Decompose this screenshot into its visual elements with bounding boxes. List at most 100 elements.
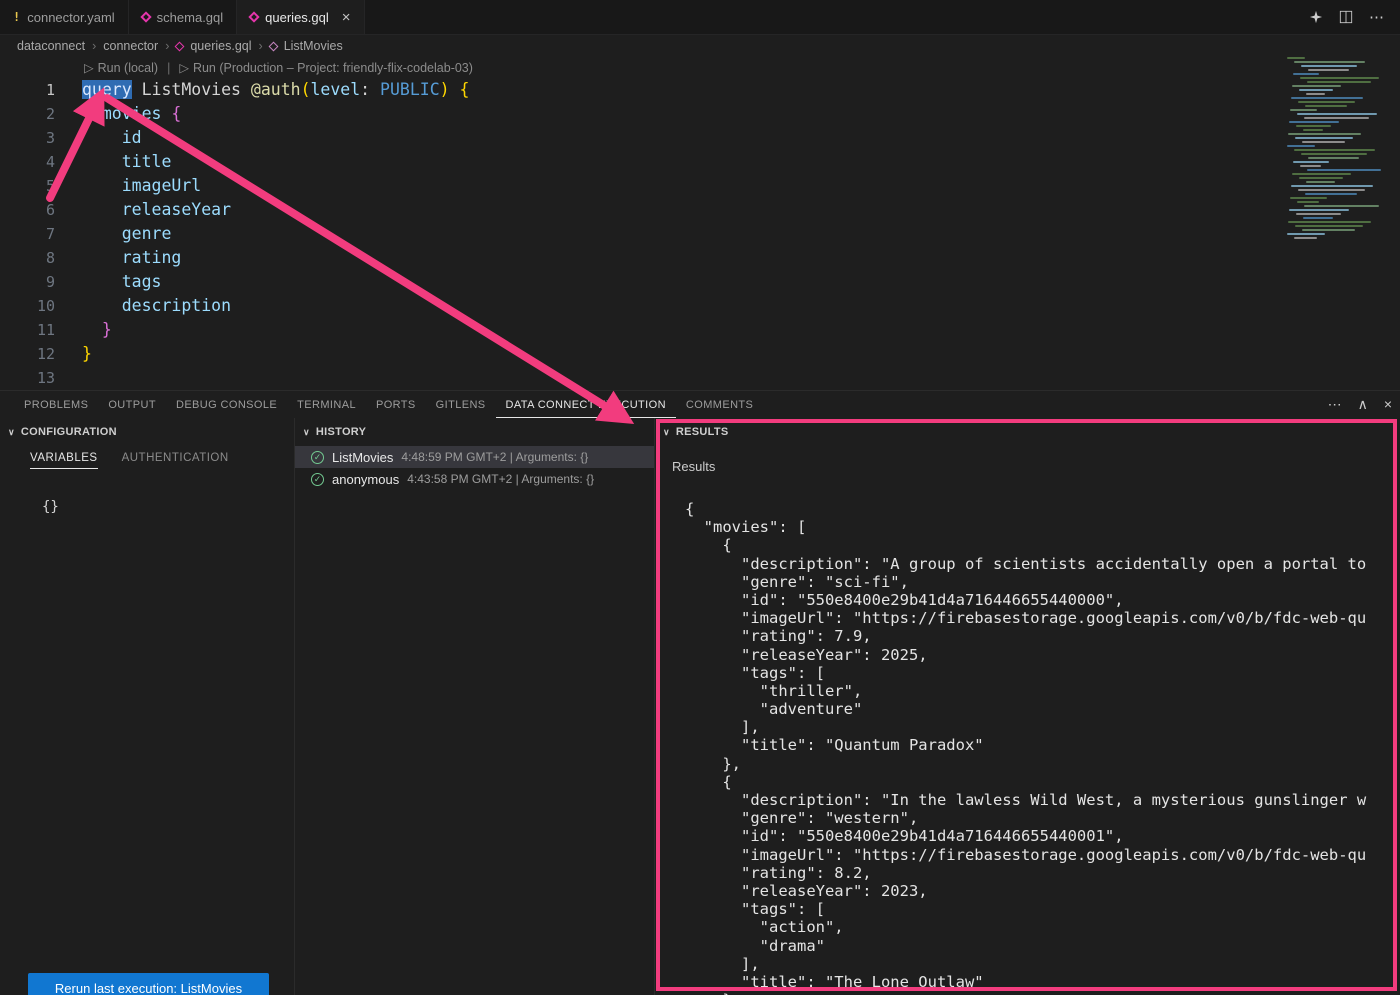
chevron-right-icon: › [259, 39, 263, 53]
maximize-panel-icon[interactable]: ∧ [1358, 396, 1368, 413]
minimap-line [1304, 205, 1379, 207]
breadcrumb-listmovies[interactable]: ListMovies [284, 39, 343, 53]
json-line: { [685, 773, 1398, 791]
tab-authentication[interactable]: AUTHENTICATION [122, 452, 229, 469]
json-line: "rating": 8.2, [685, 864, 1398, 882]
history-header[interactable]: ∨ HISTORY [295, 421, 654, 443]
line-number: 9 [0, 270, 55, 294]
code-line: genre [82, 222, 469, 246]
json-line: "adventure" [685, 700, 1398, 718]
json-line: "tags": [ [685, 900, 1398, 918]
chevron-right-icon: › [92, 39, 96, 53]
history-item-listmovies[interactable]: ✓ ListMovies 4:48:59 PM GMT+2 | Argument… [295, 446, 654, 468]
panel-tab-comments[interactable]: COMMENTS [676, 392, 763, 418]
json-line: "imageUrl": "https://firebasestorage.goo… [685, 846, 1398, 864]
copilot-sparkle-icon[interactable] [1309, 10, 1323, 24]
history-list: ✓ ListMovies 4:48:59 PM GMT+2 | Argument… [295, 446, 654, 490]
history-item-name: anonymous [332, 472, 399, 487]
split-editor-icon[interactable] [1339, 10, 1353, 24]
panel-tab-terminal[interactable]: TERMINAL [287, 392, 366, 418]
rerun-last-execution-button[interactable]: Rerun last execution: ListMovies [28, 973, 269, 995]
line-number: 13 [0, 366, 55, 390]
minimap-line [1306, 93, 1325, 95]
minimap-line [1291, 97, 1363, 99]
minimap-line [1290, 197, 1327, 199]
results-label: Results [672, 459, 1400, 474]
minimap-line [1296, 213, 1341, 215]
tab-variables[interactable]: VARIABLES [30, 452, 98, 469]
configuration-column: ∨ CONFIGURATION VARIABLES AUTHENTICATION… [0, 418, 295, 995]
panel-tab-problems[interactable]: PROBLEMS [14, 392, 98, 418]
code-line: query ListMovies @auth(level: PUBLIC) { [82, 78, 469, 102]
minimap[interactable] [1283, 57, 1400, 245]
results-json[interactable]: { "movies": [ { "description": "A group … [685, 500, 1398, 995]
minimap-line [1302, 229, 1355, 231]
minimap-line [1305, 105, 1347, 107]
minimap-line [1288, 221, 1371, 223]
line-number: 1 [0, 78, 55, 102]
code-line [82, 366, 469, 390]
line-number: 2 [0, 102, 55, 126]
line-number: 5 [0, 174, 55, 198]
configuration-header[interactable]: ∨ CONFIGURATION [0, 421, 294, 443]
panel-actions: ⋯ ∧ × [1328, 391, 1392, 417]
json-line: "genre": "western", [685, 809, 1398, 827]
minimap-line [1307, 81, 1371, 83]
minimap-line [1307, 169, 1381, 171]
json-line: "id": "550e8400e29b41d4a716446655440001"… [685, 827, 1398, 845]
panel-tab-debug-console[interactable]: DEBUG CONSOLE [166, 392, 287, 418]
json-line: "tags": [ [685, 664, 1398, 682]
minimap-line [1308, 157, 1359, 159]
line-number: 4 [0, 150, 55, 174]
breadcrumb-connector[interactable]: connector [103, 39, 158, 53]
tab-schema-gql[interactable]: schema.gql [129, 0, 237, 34]
success-check-icon: ✓ [311, 473, 324, 486]
json-line: "releaseYear": 2025, [685, 646, 1398, 664]
results-header[interactable]: ∨ RESULTS [655, 421, 1400, 443]
minimap-line [1296, 125, 1331, 127]
minimap-line [1303, 129, 1323, 131]
code-line: imageUrl [82, 174, 469, 198]
json-line: "description": "In the lawless Wild West… [685, 791, 1398, 809]
panel-tab-data-connect-execution[interactable]: DATA CONNECT EXECUTION [496, 392, 676, 418]
history-item-name: ListMovies [332, 450, 393, 465]
minimap-line [1300, 77, 1379, 79]
graphql-file-icon [248, 11, 259, 22]
run-production-link[interactable]: ▷ Run (Production – Project: friendly-fl… [179, 60, 473, 75]
close-panel-icon[interactable]: × [1384, 396, 1392, 412]
breadcrumb-dataconnect[interactable]: dataconnect [17, 39, 85, 53]
editor-tab-bar: ! connector.yaml schema.gql queries.gql … [0, 0, 1400, 35]
code-line: } [82, 318, 469, 342]
panel-tab-ports[interactable]: PORTS [366, 392, 426, 418]
json-line: "thriller", [685, 682, 1398, 700]
tab-queries-gql[interactable]: queries.gql × [237, 0, 364, 34]
variables-value[interactable]: {} [42, 499, 294, 515]
line-number: 11 [0, 318, 55, 342]
panel-tab-output[interactable]: OUTPUT [98, 392, 166, 418]
code-line: } [82, 342, 469, 366]
codelens: ▷ Run (local) | ▷ Run (Production – Proj… [84, 60, 473, 75]
configuration-tabs: VARIABLES AUTHENTICATION [0, 443, 294, 469]
json-line: "imageUrl": "https://firebasestorage.goo… [685, 609, 1398, 627]
play-icon: ▷ [84, 60, 94, 75]
json-line: "releaseYear": 2023, [685, 882, 1398, 900]
minimap-line [1294, 149, 1375, 151]
code-line: movies { [82, 102, 469, 126]
more-actions-icon[interactable]: ⋯ [1369, 8, 1384, 26]
tab-label: schema.gql [157, 10, 223, 25]
code-editor[interactable]: ▷ Run (local) | ▷ Run (Production – Proj… [0, 57, 1400, 390]
breadcrumb-queries-gql[interactable]: queries.gql [190, 39, 251, 53]
tab-connector-yaml[interactable]: ! connector.yaml [0, 0, 129, 34]
more-actions-icon[interactable]: ⋯ [1328, 396, 1342, 413]
minimap-line [1301, 153, 1367, 155]
panel-tab-gitlens[interactable]: GITLENS [426, 392, 496, 418]
minimap-line [1299, 89, 1333, 91]
history-column: ∨ HISTORY ✓ ListMovies 4:48:59 PM GMT+2 … [295, 418, 655, 995]
code-line: title [82, 150, 469, 174]
minimap-line [1291, 185, 1373, 187]
history-item-anonymous[interactable]: ✓ anonymous 4:43:58 PM GMT+2 | Arguments… [295, 468, 654, 490]
code-content[interactable]: query ListMovies @auth(level: PUBLIC) { … [82, 78, 469, 390]
close-tab-icon[interactable]: × [342, 10, 351, 25]
run-local-link[interactable]: ▷ Run (local) [84, 60, 158, 75]
line-number: 8 [0, 246, 55, 270]
